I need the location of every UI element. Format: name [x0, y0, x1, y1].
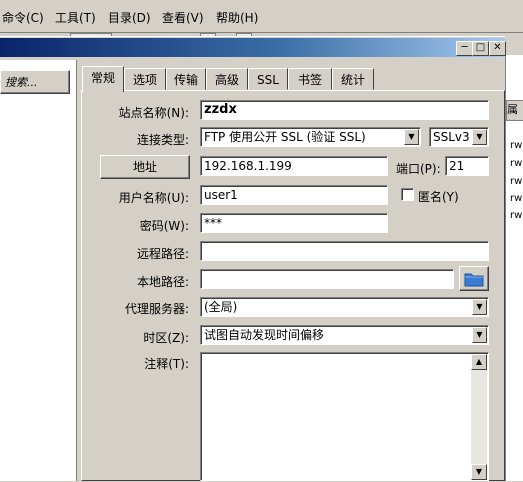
tab-general[interactable]: 常规: [82, 66, 124, 92]
notes-textarea[interactable]: ▲ ▼: [200, 352, 489, 481]
background-permission-cell: rw: [510, 158, 523, 169]
username-input[interactable]: user1: [200, 185, 388, 205]
menu-view[interactable]: 查看(V): [162, 9, 204, 26]
address-button[interactable]: 地址: [100, 155, 190, 179]
local-path-input[interactable]: [200, 269, 454, 289]
dialog-titlebar[interactable]: [0, 38, 505, 57]
timezone-value: 试图自动发现时间偏移: [204, 328, 325, 342]
ssl-version-select[interactable]: SSLv3 ▼: [429, 127, 489, 147]
tab-ssl[interactable]: SSL: [248, 68, 288, 90]
chevron-down-icon[interactable]: ▼: [471, 464, 487, 480]
proxy-select[interactable]: (全局) ▼: [200, 297, 489, 317]
timezone-label: 时区(Z):: [143, 331, 189, 345]
proxy-value: (全局): [204, 300, 238, 314]
background-column-header: 属性: [506, 100, 523, 121]
chevron-down-icon[interactable]: ▼: [472, 299, 487, 315]
timezone-select[interactable]: 试图自动发现时间偏移 ▼: [200, 325, 489, 345]
chevron-down-icon[interactable]: ▼: [472, 327, 487, 343]
remote-path-input[interactable]: [200, 241, 489, 261]
app-menubar: 命令(C) 工具(T) 目录(D) 查看(V) 帮助(H): [0, 0, 523, 32]
close-icon[interactable]: ✕: [489, 41, 506, 56]
proxy-label: 代理服务器:: [124, 302, 189, 316]
chevron-down-icon[interactable]: ▼: [404, 129, 419, 145]
tab-bookmarks[interactable]: 书签: [288, 68, 332, 90]
username-label: 用户名称(U):: [118, 191, 189, 205]
maximize-icon[interactable]: □: [472, 41, 489, 56]
menu-directory[interactable]: 目录(D): [108, 9, 151, 26]
port-label: 端口(P):: [396, 162, 441, 176]
site-list-pane[interactable]: [0, 60, 77, 481]
anonymous-checkbox[interactable]: [401, 188, 414, 201]
menu-tools[interactable]: 工具(T): [55, 9, 96, 26]
menu-help[interactable]: 帮助(H): [216, 9, 258, 26]
anonymous-label[interactable]: 匿名(Y): [418, 188, 459, 205]
background-permission-cell: rw: [510, 210, 523, 221]
remote-path-label: 远程路径:: [136, 247, 189, 261]
tab-options[interactable]: 选项: [124, 68, 166, 90]
chevron-up-icon[interactable]: ▲: [471, 354, 487, 370]
password-label: 密码(W):: [139, 219, 189, 233]
chevron-down-icon[interactable]: ▼: [472, 129, 487, 145]
tab-transfer[interactable]: 传输: [166, 68, 206, 90]
notes-scrollbar[interactable]: ▲ ▼: [471, 354, 487, 480]
folder-icon: [464, 273, 484, 287]
connection-type-select[interactable]: FTP 使用公开 SSL (验证 SSL) ▼: [200, 127, 421, 147]
site-name-label: 站点名称(N):: [118, 106, 189, 120]
minimize-icon[interactable]: ─: [456, 41, 473, 56]
background-permission-cell: rw: [510, 140, 523, 151]
ssl-version-value: SSLv3: [433, 130, 470, 144]
browse-local-path-button[interactable]: [459, 266, 489, 291]
connection-type-label: 连接类型:: [136, 133, 189, 147]
menu-command[interactable]: 命令(C): [2, 9, 44, 26]
password-input[interactable]: ***: [200, 213, 388, 233]
address-input[interactable]: 192.168.1.199: [200, 156, 388, 176]
search-button[interactable]: 搜索...: [0, 70, 70, 94]
tab-statistics[interactable]: 统计: [332, 68, 374, 90]
port-input[interactable]: 21: [445, 156, 489, 176]
local-path-label: 本地路径:: [136, 275, 189, 289]
connection-type-value: FTP 使用公开 SSL (验证 SSL): [204, 130, 366, 144]
notes-label: 注释(T):: [144, 357, 189, 371]
background-permission-cell: rw: [510, 193, 523, 204]
background-permission-cell: rw: [510, 176, 523, 187]
site-name-input[interactable]: zzdx: [200, 100, 489, 120]
tab-advanced[interactable]: 高级: [206, 68, 248, 90]
